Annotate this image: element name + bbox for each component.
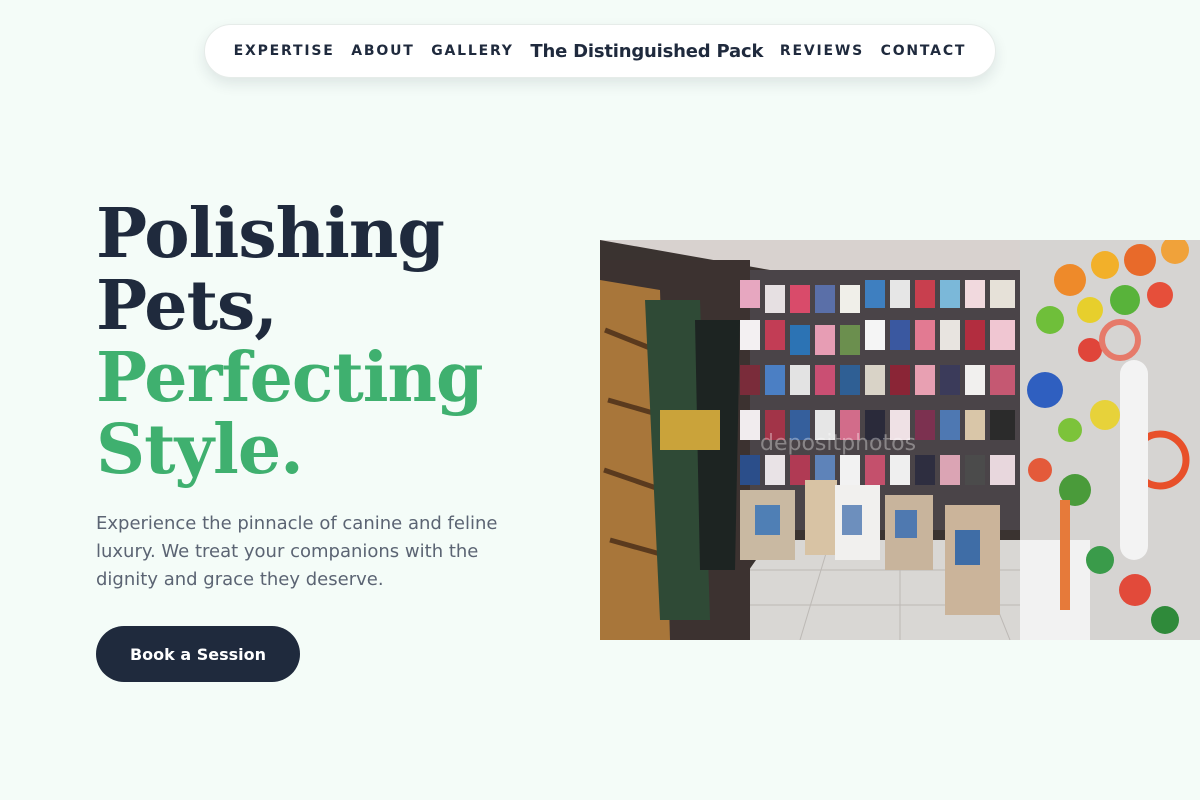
book-session-button[interactable]: Book a Session [96,626,300,682]
nav-link-gallery[interactable]: GALLERY [431,43,513,59]
top-navigation: EXPERTISE ABOUT GALLERY The Distinguishe… [204,24,996,78]
hero-title-line3: Perfecting [96,338,484,418]
hero-subtitle: Experience the pinnacle of canine and fe… [96,513,498,590]
hero-title-line2: Pets, [96,266,278,346]
hero-title: Polishing Pets, Perfecting Style. [96,194,484,490]
nav-link-about[interactable]: ABOUT [351,43,414,59]
hero-photo-pet-shop: depositphotos [600,240,1200,640]
pet-shop-illustration: depositphotos [600,240,1200,640]
watermark-text: depositphotos [760,431,916,456]
hero-title-line1: Polishing [96,194,445,274]
brand-logo-text[interactable]: The Distinguished Pack [530,41,763,62]
nav-link-expertise[interactable]: EXPERTISE [234,43,335,59]
hero-title-line4: Style. [96,410,304,490]
nav-link-contact[interactable]: CONTACT [881,43,967,59]
nav-link-reviews[interactable]: REVIEWS [780,43,864,59]
